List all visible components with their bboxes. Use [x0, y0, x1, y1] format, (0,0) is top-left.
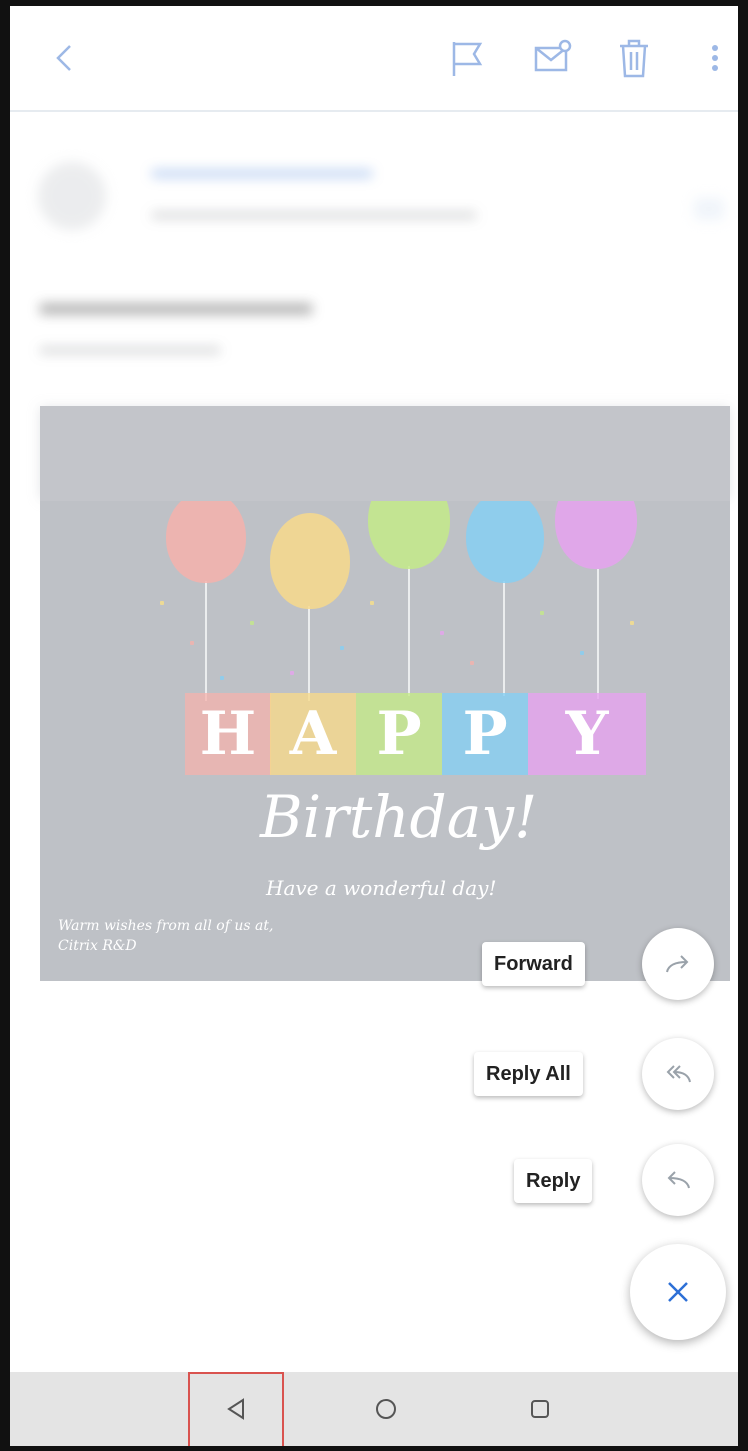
flag-icon[interactable]	[446, 36, 486, 80]
square-recents-icon	[531, 1400, 549, 1418]
reply-all-label[interactable]: Reply All	[474, 1052, 583, 1096]
system-navigation-bar	[10, 1372, 738, 1446]
mail-screen: ▬▬▬▬▬▬▬▬▬▬ ▬▬▬▬▬▬▬▬▬▬▬▬▬▬▬▬▬▬ ▬▬▬▬▬▬▬▬ ▬…	[10, 6, 738, 1446]
reply-label[interactable]: Reply	[514, 1159, 593, 1203]
circle-home-icon	[376, 1399, 396, 1419]
nav-back-highlight	[188, 1372, 284, 1446]
top-toolbar	[10, 6, 738, 112]
nav-home-button[interactable]	[338, 1372, 434, 1446]
nav-recents-button[interactable]	[492, 1372, 588, 1446]
close-actions-button[interactable]	[630, 1244, 726, 1340]
reply-button[interactable]	[642, 1144, 714, 1216]
reply-arrow-icon	[667, 1171, 690, 1189]
reply-all-button[interactable]	[642, 1038, 714, 1110]
menu-scrim[interactable]	[10, 112, 738, 1372]
close-icon	[668, 1282, 688, 1302]
more-vertical-icon[interactable]	[700, 36, 730, 80]
forward-label[interactable]: Forward	[482, 942, 585, 986]
forward-button[interactable]	[642, 928, 714, 1000]
trash-icon[interactable]	[614, 36, 654, 80]
reply-all-arrow-icon	[666, 1065, 691, 1083]
forward-arrow-icon	[666, 955, 689, 973]
chevron-left-icon[interactable]	[44, 36, 84, 80]
envelope-dot-icon[interactable]	[532, 36, 572, 80]
